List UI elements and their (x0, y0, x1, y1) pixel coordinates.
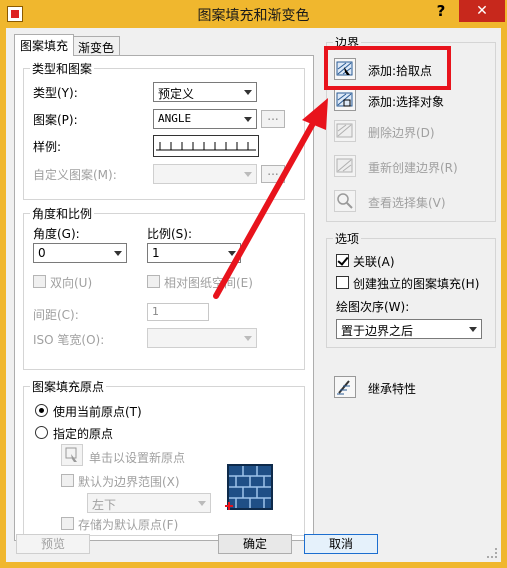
title-bar[interactable]: 图案填充和渐变色 ? ✕ (0, 0, 507, 28)
tab-hatch[interactable]: 图案填充 (14, 34, 75, 56)
close-button[interactable]: ✕ (459, 0, 505, 22)
annotation-arrow (213, 98, 328, 299)
dialog-client: 图案填充 渐变色 类型和图案 类型(Y): 预定义 图案(P): ANGLE .… (6, 28, 501, 562)
dialog-window: 图案填充和渐变色 ? ✕ 图案填充 渐变色 类型和图案 类型(Y): 预定义 图… (0, 0, 507, 568)
help-button[interactable]: ? (428, 2, 454, 24)
